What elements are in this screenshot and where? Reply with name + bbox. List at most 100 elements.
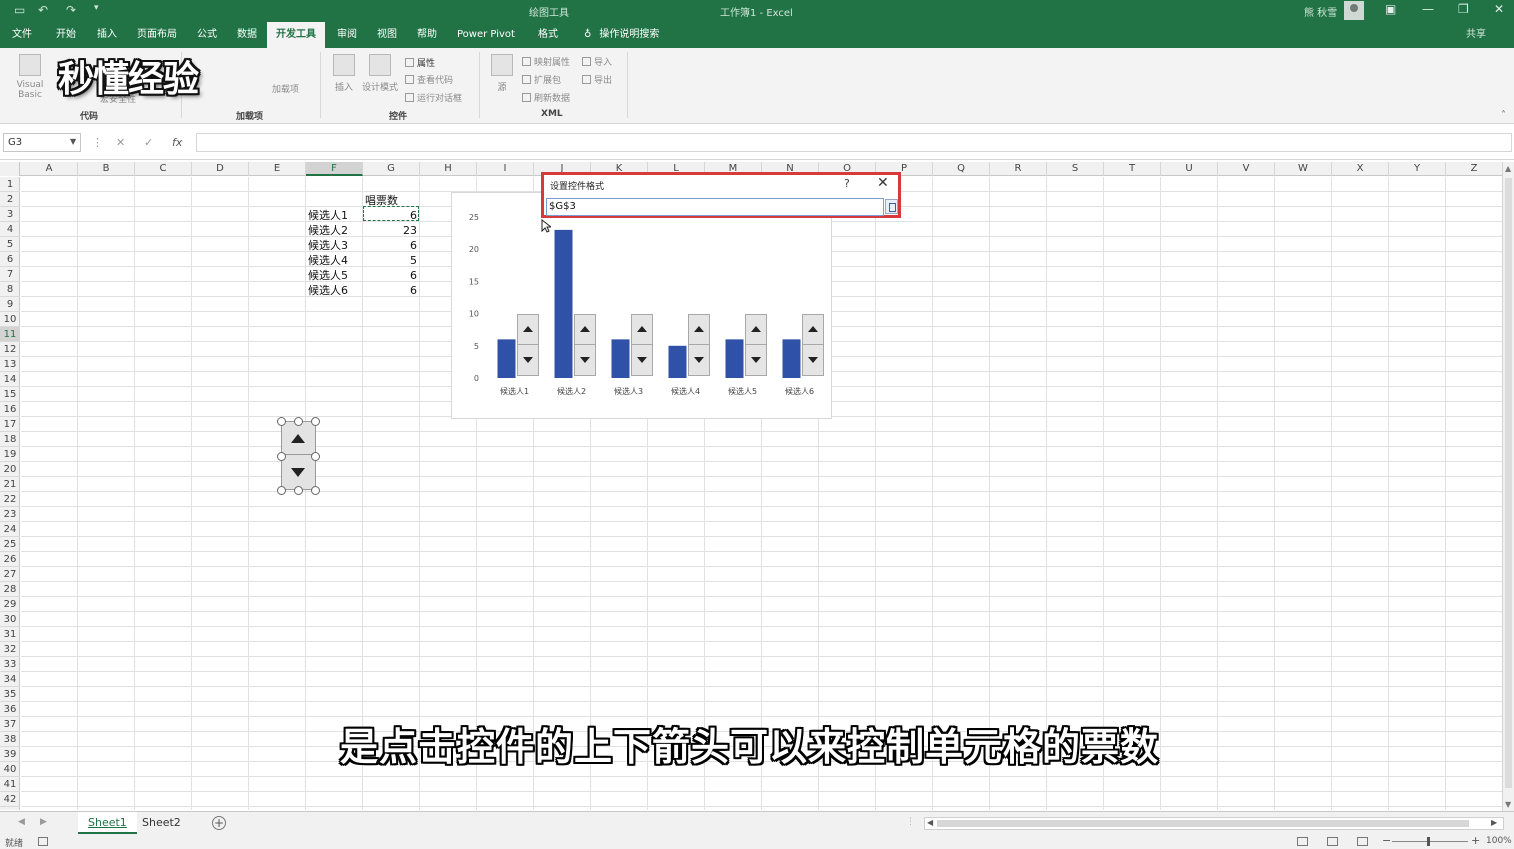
column-header[interactable]: Y [1389, 162, 1446, 176]
row-header[interactable]: 13 [0, 357, 20, 372]
expansion-packs-button[interactable]: 扩展包 [522, 73, 561, 86]
column-header[interactable]: Q [933, 162, 990, 176]
properties-button[interactable]: 属性 [405, 56, 435, 69]
row-header[interactable]: 22 [0, 492, 20, 507]
candidate-name-cell[interactable]: 候选人5 [308, 268, 348, 283]
tab-power-pivot[interactable]: Power Pivot [455, 22, 517, 48]
spin-down-button[interactable] [282, 456, 315, 489]
bar[interactable] [554, 229, 573, 378]
row-header[interactable]: 38 [0, 732, 20, 747]
zoom-in-icon[interactable]: + [1471, 834, 1480, 847]
addins-button[interactable]: 加载项 [272, 82, 299, 95]
tab-data[interactable]: 数据 [235, 22, 259, 48]
row-header[interactable]: 42 [0, 792, 20, 807]
bar[interactable] [611, 339, 630, 378]
row-header[interactable]: 6 [0, 252, 20, 267]
horizontal-scrollbar[interactable]: ◀ ▶ [924, 817, 1504, 830]
row-header[interactable]: 11 [0, 327, 20, 342]
row-header[interactable]: 18 [0, 432, 20, 447]
tab-file[interactable]: 文件 [10, 22, 34, 48]
spin-up-button[interactable] [745, 315, 766, 345]
chevron-down-icon[interactable]: ▼ [70, 137, 76, 146]
row-header[interactable]: 23 [0, 507, 20, 522]
customize-quick-access-icon[interactable]: ▾ [94, 3, 99, 13]
spin-down-button[interactable] [689, 346, 709, 376]
tab-review[interactable]: 审阅 [335, 22, 359, 48]
row-header[interactable]: 25 [0, 537, 20, 552]
page-layout-view-icon[interactable] [1327, 837, 1338, 846]
design-mode-button[interactable]: 设计模式 [360, 54, 400, 93]
formula-input[interactable] [196, 133, 1512, 152]
column-header[interactable]: T [1104, 162, 1161, 176]
macro-record-icon[interactable] [38, 837, 48, 846]
spin-button-control[interactable] [516, 314, 539, 376]
row-header[interactable]: 14 [0, 372, 20, 387]
tab-format[interactable]: 格式 [536, 22, 560, 48]
column-header[interactable]: C [135, 162, 192, 176]
vote-count-cell[interactable]: 6 [367, 283, 417, 298]
column-header[interactable]: Z [1446, 162, 1502, 176]
tab-view[interactable]: 视图 [375, 22, 399, 48]
add-sheet-icon[interactable]: + [212, 816, 226, 830]
tab-home[interactable]: 开始 [54, 22, 78, 48]
tab-page-layout[interactable]: 页面布局 [135, 22, 179, 48]
row-header[interactable]: 1 [0, 177, 20, 192]
row-header[interactable]: 30 [0, 612, 20, 627]
column-header[interactable]: F [306, 162, 363, 176]
resize-handle-tl[interactable] [277, 417, 286, 426]
splitter-icon[interactable]: ⋮ [906, 817, 915, 827]
vote-count-cell[interactable]: 23 [367, 223, 417, 238]
sheet-tab-sheet1[interactable]: Sheet1 [78, 812, 137, 834]
zoom-out-icon[interactable]: − [1382, 834, 1391, 847]
row-header[interactable]: 8 [0, 282, 20, 297]
spin-down-button[interactable] [632, 346, 652, 376]
tab-formulas[interactable]: 公式 [195, 22, 219, 48]
zoom-slider[interactable] [1392, 841, 1468, 842]
row-header[interactable]: 37 [0, 717, 20, 732]
resize-handle-tr[interactable] [311, 417, 320, 426]
column-header[interactable]: G [363, 162, 420, 176]
spin-down-button[interactable] [518, 346, 538, 376]
close-icon[interactable]: ✕ [877, 175, 889, 191]
row-header[interactable]: 16 [0, 402, 20, 417]
resize-handle-r[interactable] [311, 452, 320, 461]
spin-button-control[interactable] [573, 314, 596, 376]
row-header[interactable]: 31 [0, 627, 20, 642]
spin-button-control[interactable] [744, 314, 767, 376]
bar[interactable] [497, 339, 516, 378]
scroll-down-icon[interactable]: ▼ [1505, 800, 1511, 809]
row-header[interactable]: 35 [0, 687, 20, 702]
xml-source-button[interactable]: 源 [482, 54, 522, 93]
zoom-level[interactable]: 100% [1486, 836, 1512, 846]
spin-button-control[interactable] [801, 314, 824, 376]
sheet-prev-icon[interactable]: ◀ [18, 817, 25, 827]
close-window-icon[interactable]: ✕ [1494, 2, 1504, 16]
row-header[interactable]: 34 [0, 672, 20, 687]
select-all-corner[interactable] [0, 162, 20, 176]
row-header[interactable]: 40 [0, 762, 20, 777]
row-header[interactable]: 7 [0, 267, 20, 282]
bar[interactable] [782, 339, 801, 378]
export-button[interactable]: 导出 [582, 73, 612, 86]
vertical-scroll-thumb[interactable] [1505, 178, 1512, 788]
enter-icon[interactable]: ✓ [144, 136, 153, 149]
column-header[interactable]: V [1218, 162, 1275, 176]
vote-count-cell[interactable]: 5 [367, 253, 417, 268]
undo-icon[interactable]: ↶ [38, 3, 48, 17]
spin-button-control[interactable] [630, 314, 653, 376]
row-header[interactable]: 5 [0, 237, 20, 252]
row-header[interactable]: 29 [0, 597, 20, 612]
row-header[interactable]: 3 [0, 207, 20, 222]
help-icon[interactable]: ? [844, 177, 850, 190]
vertical-scrollbar[interactable]: ▲ ▼ [1502, 162, 1514, 812]
sheet-tab-sheet2[interactable]: Sheet2 [132, 812, 191, 834]
bar[interactable] [725, 339, 744, 378]
refresh-data-button[interactable]: 刷新数据 [522, 91, 570, 104]
column-header[interactable]: H [420, 162, 477, 176]
view-code-button[interactable]: 查看代码 [405, 73, 453, 86]
column-header[interactable]: U [1161, 162, 1218, 176]
row-header[interactable]: 4 [0, 222, 20, 237]
row-header[interactable]: 26 [0, 552, 20, 567]
scroll-left-icon[interactable]: ◀ [927, 818, 933, 827]
page-break-view-icon[interactable] [1357, 837, 1368, 846]
